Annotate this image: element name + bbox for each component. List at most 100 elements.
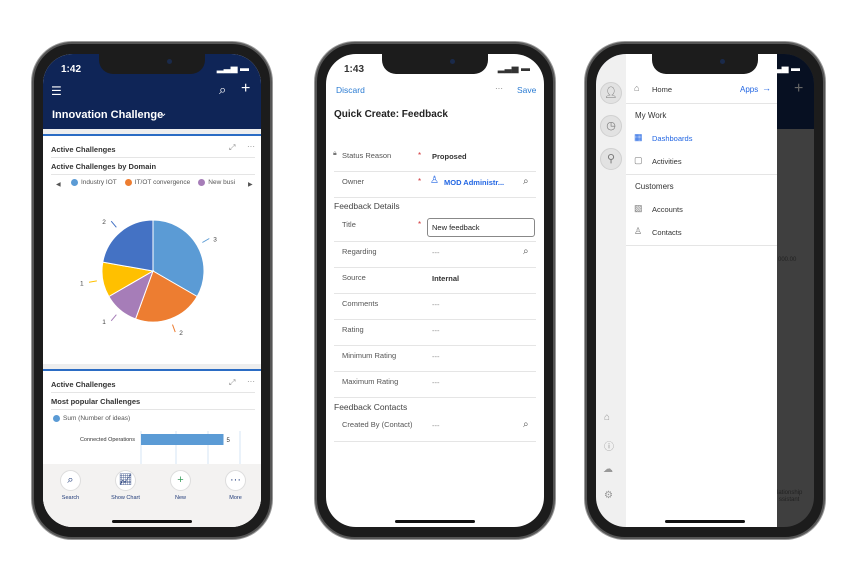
nav-home[interactable]: Home (652, 85, 672, 94)
nav-contacts[interactable]: Contacts (652, 228, 682, 237)
field-value: --- (432, 421, 440, 430)
plus-icon[interactable]: + (241, 80, 250, 98)
profile-icon[interactable]: 👤︎ (600, 82, 622, 104)
discard-button[interactable]: Discard (336, 85, 365, 95)
nav-dashboards[interactable]: Dashboards (652, 134, 692, 143)
legend-item: New busi (198, 179, 235, 186)
lookup-search-icon[interactable]: ⌕ (523, 246, 529, 257)
divider (334, 441, 536, 442)
legend-dot (198, 179, 206, 186)
new-button[interactable]: + New (156, 470, 206, 527)
app-title[interactable]: Innovation Challenge (52, 109, 163, 121)
field-label: Rating (342, 325, 364, 334)
form-row[interactable]: Source Internal (326, 268, 544, 294)
dashboard-icon: ▦ (634, 132, 643, 142)
legend-next-icon[interactable]: ▶ (248, 181, 253, 188)
form-row[interactable]: Title * New feedback (326, 214, 544, 242)
home-indicator (665, 520, 745, 523)
pin-icon[interactable]: ⚲ (600, 148, 622, 170)
more-button[interactable]: ··· (495, 84, 503, 93)
legend-item: IT/OT convergence (124, 179, 190, 186)
chart-title: Most popular Challenges (51, 397, 141, 406)
chart-icon: 📈︎ (115, 470, 136, 491)
legend-prev-icon[interactable]: ◀ (56, 181, 61, 188)
data-label: 2 (102, 219, 106, 226)
form-row[interactable]: Minimum Rating --- (326, 346, 544, 372)
show-chart-button[interactable]: 📈︎ Show Chart (101, 470, 151, 527)
field-value[interactable]: MOD Administr... (444, 178, 504, 187)
expand-icon[interactable]: ⤢ (229, 378, 235, 388)
data-label: 2 (179, 330, 183, 337)
chevron-down-icon[interactable]: ⌄ (159, 108, 167, 119)
arrow-right-icon: → (762, 83, 771, 93)
search-button[interactable]: ⌕ Search (46, 470, 96, 527)
person-icon: ♙ (430, 175, 439, 186)
more-button[interactable]: ··· More (211, 470, 261, 527)
notch (652, 54, 758, 74)
more-icon[interactable]: ··· (247, 377, 255, 386)
cloud-icon[interactable]: ☁ (603, 464, 613, 475)
field-value: --- (432, 326, 440, 335)
plus-icon: + (794, 80, 804, 97)
app-icon[interactable]: ⌂ (604, 412, 610, 423)
form-row[interactable]: Owner * ♙ MOD Administr... ⌕ (326, 172, 544, 198)
form-row[interactable]: Created By (Contact) --- ⌕ (326, 414, 544, 442)
form-row[interactable]: Regarding --- ⌕ (326, 242, 544, 268)
save-button[interactable]: Save (517, 85, 536, 95)
field-value: --- (432, 352, 440, 361)
button-label: Search (61, 495, 80, 501)
lookup-search-icon[interactable]: ⌕ (523, 419, 529, 430)
background-button-label: ssistant (779, 497, 800, 503)
section-customers: Customers (635, 182, 674, 191)
navigation-screen: ▂▃▅ ▬ + 000.00 lationship ssistant 👤︎ ◷ … (596, 54, 814, 527)
lookup-search-icon[interactable]: ⌕ (523, 176, 529, 187)
form-row[interactable]: Status Reason 🔒︎ * Proposed (326, 146, 544, 172)
legend-dot (124, 179, 132, 186)
settings-gear-icon[interactable]: ⚙ (604, 490, 613, 501)
nav-drawer: ⌂ Home Apps → My Work ▦ Dashboards ▢ Act… (626, 54, 777, 527)
bar-value-label: 5 (227, 438, 231, 444)
data-label: 1 (80, 280, 84, 287)
bottom-toolbar: ⌕ Search 📈︎ Show Chart + New ··· More (43, 464, 261, 527)
background-button-label: lationship (777, 490, 803, 496)
form-row[interactable]: Comments --- (326, 294, 544, 320)
bar[interactable] (141, 434, 224, 445)
title-input[interactable]: New feedback (427, 218, 535, 237)
field-label: Source (342, 273, 366, 282)
recent-clock-icon[interactable]: ◷ (600, 115, 622, 137)
status-icons: ▂▃▅ ▬ (216, 63, 249, 73)
field-value: --- (432, 300, 440, 309)
home-indicator (112, 520, 192, 523)
home-icon: ⌂ (634, 83, 640, 93)
activities-clipboard-icon: ▢ (634, 155, 643, 165)
form-row[interactable]: Rating --- (326, 320, 544, 346)
field-value: --- (432, 378, 440, 387)
divider (334, 197, 536, 198)
notch (99, 54, 205, 74)
chart-title: Active Challenges by Domain (51, 162, 157, 171)
leader-line (110, 314, 117, 322)
contacts-person-icon: ♙ (634, 226, 643, 236)
phone-dashboard: 1:42 ▂▃▅ ▬ ☰ ⌕ + Innovation Challenge ⌄ … (32, 42, 272, 539)
legend-dot (53, 415, 60, 422)
expand-icon[interactable]: ⤢ (229, 143, 235, 153)
nav-activities[interactable]: Activities (652, 157, 682, 166)
menu-icon[interactable]: ☰ (51, 84, 62, 98)
nav-accounts[interactable]: Accounts (652, 205, 683, 214)
search-icon[interactable]: ⌕ (219, 82, 226, 98)
legend: Industry IOT IT/OT convergence New busi (71, 179, 235, 186)
button-label: More (229, 495, 242, 501)
data-label: 3 (213, 237, 217, 244)
card-header: Active Challenges (51, 380, 116, 389)
more-icon[interactable]: ··· (247, 142, 255, 151)
pie-chart: 3 2 1 1 2 (80, 219, 217, 337)
pie-slice[interactable] (102, 219, 154, 272)
legend-label: Sum (Number of ideas) (63, 415, 131, 422)
field-label: Regarding (342, 247, 377, 256)
help-icon[interactable]: ⓘ (604, 438, 614, 453)
apps-link[interactable]: Apps (740, 85, 758, 94)
field-value: --- (432, 248, 440, 257)
accounts-icon: ▧ (634, 203, 643, 213)
form-row[interactable]: Maximum Rating --- (326, 372, 544, 398)
quick-create-screen: 1:43 ▂▃▅ ▬ Discard ··· Save Quick Create… (326, 54, 544, 527)
